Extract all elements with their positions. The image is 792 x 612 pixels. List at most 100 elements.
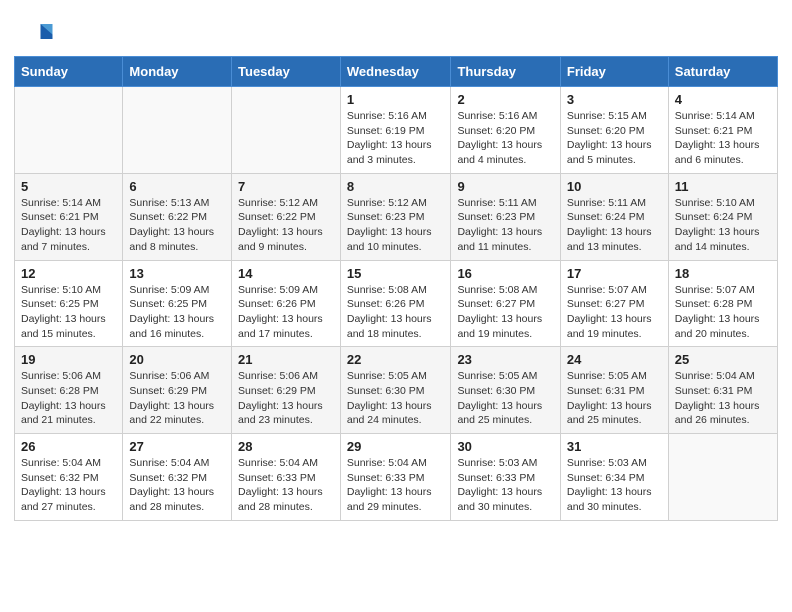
calendar-cell: 3 Sunrise: 5:15 AM Sunset: 6:20 PM Daylig… — [560, 87, 668, 174]
calendar-container: SundayMondayTuesdayWednesdayThursdayFrid… — [0, 56, 792, 535]
day-number: 14 — [238, 266, 334, 281]
calendar-cell: 6 Sunrise: 5:13 AM Sunset: 6:22 PM Daylig… — [123, 173, 232, 260]
day-number: 23 — [457, 352, 553, 367]
day-info: Sunrise: 5:07 AM Sunset: 6:28 PM Dayligh… — [675, 283, 771, 342]
day-number: 20 — [129, 352, 225, 367]
day-number: 4 — [675, 92, 771, 107]
day-number: 26 — [21, 439, 116, 454]
day-header-friday: Friday — [560, 57, 668, 87]
day-number: 27 — [129, 439, 225, 454]
calendar-cell: 19Sunrise: 5:06 AM Sunset: 6:28 PM Dayli… — [15, 347, 123, 434]
page-header — [0, 0, 792, 56]
day-header-tuesday: Tuesday — [232, 57, 341, 87]
day-number: 15 — [347, 266, 445, 281]
calendar-cell: 21Sunrise: 5:06 AM Sunset: 6:29 PM Dayli… — [232, 347, 341, 434]
calendar-cell — [15, 87, 123, 174]
day-info: Sunrise: 5:14 AM Sunset: 6:21 PM Dayligh… — [675, 109, 771, 168]
day-number: 17 — [567, 266, 662, 281]
calendar-cell: 26 Sunrise: 5:04 AM Sunset: 6:32 PM Dayli… — [15, 434, 123, 521]
logo-icon — [24, 18, 54, 48]
day-info: Sunrise: 5:06 AM Sunset: 6:29 PM Dayligh… — [129, 369, 225, 428]
day-number: 16 — [457, 266, 553, 281]
day-number: 10 — [567, 179, 662, 194]
logo — [24, 18, 58, 48]
day-info: Sunrise: 5:05 AM Sunset: 6:30 PM Dayligh… — [347, 369, 445, 428]
calendar-cell: 25 Sunrise: 5:04 AM Sunset: 6:31 PM Dayli… — [668, 347, 777, 434]
day-info: Sunrise: 5:14 AM Sunset: 6:21 PM Dayligh… — [21, 196, 116, 255]
day-number: 7 — [238, 179, 334, 194]
calendar-cell: 9 Sunrise: 5:11 AM Sunset: 6:23 PM Daylig… — [451, 173, 560, 260]
day-info: Sunrise: 5:08 AM Sunset: 6:27 PM Dayligh… — [457, 283, 553, 342]
day-number: 6 — [129, 179, 225, 194]
day-info: Sunrise: 5:07 AM Sunset: 6:27 PM Dayligh… — [567, 283, 662, 342]
calendar-cell: 29Sunrise: 5:04 AM Sunset: 6:33 PM Dayli… — [340, 434, 451, 521]
calendar-cell: 30Sunrise: 5:03 AM Sunset: 6:33 PM Dayli… — [451, 434, 560, 521]
calendar-cell: 14 Sunrise: 5:09 AM Sunset: 6:26 PM Dayli… — [232, 260, 341, 347]
day-info: Sunrise: 5:10 AM Sunset: 6:24 PM Dayligh… — [675, 196, 771, 255]
calendar-week-row: 1 Sunrise: 5:16 AM Sunset: 6:19 PM Daylig… — [15, 87, 778, 174]
calendar-cell: 31 Sunrise: 5:03 AM Sunset: 6:34 PM Dayli… — [560, 434, 668, 521]
day-info: Sunrise: 5:04 AM Sunset: 6:32 PM Dayligh… — [21, 456, 116, 515]
calendar-cell: 1 Sunrise: 5:16 AM Sunset: 6:19 PM Daylig… — [340, 87, 451, 174]
day-number: 11 — [675, 179, 771, 194]
day-info: Sunrise: 5:06 AM Sunset: 6:29 PM Dayligh… — [238, 369, 334, 428]
day-number: 25 — [675, 352, 771, 367]
calendar-cell: 12 Sunrise: 5:10 AM Sunset: 6:25 PM Dayli… — [15, 260, 123, 347]
day-number: 8 — [347, 179, 445, 194]
day-info: Sunrise: 5:05 AM Sunset: 6:30 PM Dayligh… — [457, 369, 553, 428]
day-number: 19 — [21, 352, 116, 367]
calendar-cell: 8 Sunrise: 5:12 AM Sunset: 6:23 PM Daylig… — [340, 173, 451, 260]
day-number: 1 — [347, 92, 445, 107]
calendar-cell: 28Sunrise: 5:04 AM Sunset: 6:33 PM Dayli… — [232, 434, 341, 521]
day-info: Sunrise: 5:08 AM Sunset: 6:26 PM Dayligh… — [347, 283, 445, 342]
calendar-cell: 11 Sunrise: 5:10 AM Sunset: 6:24 PM Dayli… — [668, 173, 777, 260]
calendar-cell — [668, 434, 777, 521]
calendar-cell: 27 Sunrise: 5:04 AM Sunset: 6:32 PM Dayli… — [123, 434, 232, 521]
day-info: Sunrise: 5:11 AM Sunset: 6:24 PM Dayligh… — [567, 196, 662, 255]
day-header-saturday: Saturday — [668, 57, 777, 87]
day-info: Sunrise: 5:09 AM Sunset: 6:26 PM Dayligh… — [238, 283, 334, 342]
day-header-monday: Monday — [123, 57, 232, 87]
calendar-cell: 2Sunrise: 5:16 AM Sunset: 6:20 PM Daylig… — [451, 87, 560, 174]
day-header-thursday: Thursday — [451, 57, 560, 87]
calendar-cell: 16 Sunrise: 5:08 AM Sunset: 6:27 PM Dayli… — [451, 260, 560, 347]
calendar-cell: 13 Sunrise: 5:09 AM Sunset: 6:25 PM Dayli… — [123, 260, 232, 347]
day-info: Sunrise: 5:04 AM Sunset: 6:31 PM Dayligh… — [675, 369, 771, 428]
calendar-week-row: 5 Sunrise: 5:14 AM Sunset: 6:21 PM Daylig… — [15, 173, 778, 260]
day-info: Sunrise: 5:13 AM Sunset: 6:22 PM Dayligh… — [129, 196, 225, 255]
calendar-cell: 4 Sunrise: 5:14 AM Sunset: 6:21 PM Daylig… — [668, 87, 777, 174]
day-info: Sunrise: 5:16 AM Sunset: 6:19 PM Dayligh… — [347, 109, 445, 168]
day-info: Sunrise: 5:03 AM Sunset: 6:34 PM Dayligh… — [567, 456, 662, 515]
calendar-week-row: 12 Sunrise: 5:10 AM Sunset: 6:25 PM Dayli… — [15, 260, 778, 347]
calendar-cell: 18 Sunrise: 5:07 AM Sunset: 6:28 PM Dayli… — [668, 260, 777, 347]
day-info: Sunrise: 5:04 AM Sunset: 6:33 PM Dayligh… — [238, 456, 334, 515]
day-info: Sunrise: 5:05 AM Sunset: 6:31 PM Dayligh… — [567, 369, 662, 428]
day-info: Sunrise: 5:15 AM Sunset: 6:20 PM Dayligh… — [567, 109, 662, 168]
day-info: Sunrise: 5:12 AM Sunset: 6:23 PM Dayligh… — [347, 196, 445, 255]
day-info: Sunrise: 5:10 AM Sunset: 6:25 PM Dayligh… — [21, 283, 116, 342]
calendar-cell: 22 Sunrise: 5:05 AM Sunset: 6:30 PM Dayli… — [340, 347, 451, 434]
day-number: 12 — [21, 266, 116, 281]
day-header-sunday: Sunday — [15, 57, 123, 87]
calendar-cell: 5 Sunrise: 5:14 AM Sunset: 6:21 PM Daylig… — [15, 173, 123, 260]
day-number: 5 — [21, 179, 116, 194]
day-info: Sunrise: 5:09 AM Sunset: 6:25 PM Dayligh… — [129, 283, 225, 342]
day-number: 13 — [129, 266, 225, 281]
calendar-cell — [232, 87, 341, 174]
day-number: 9 — [457, 179, 553, 194]
calendar-cell: 17 Sunrise: 5:07 AM Sunset: 6:27 PM Dayli… — [560, 260, 668, 347]
calendar-cell: 10 Sunrise: 5:11 AM Sunset: 6:24 PM Dayli… — [560, 173, 668, 260]
day-number: 31 — [567, 439, 662, 454]
calendar-table: SundayMondayTuesdayWednesdayThursdayFrid… — [14, 56, 778, 521]
day-number: 3 — [567, 92, 662, 107]
day-info: Sunrise: 5:16 AM Sunset: 6:20 PM Dayligh… — [457, 109, 553, 168]
calendar-week-row: 19Sunrise: 5:06 AM Sunset: 6:28 PM Dayli… — [15, 347, 778, 434]
calendar-cell: 20 Sunrise: 5:06 AM Sunset: 6:29 PM Dayli… — [123, 347, 232, 434]
day-info: Sunrise: 5:04 AM Sunset: 6:32 PM Dayligh… — [129, 456, 225, 515]
day-info: Sunrise: 5:11 AM Sunset: 6:23 PM Dayligh… — [457, 196, 553, 255]
day-number: 22 — [347, 352, 445, 367]
calendar-cell: 15 Sunrise: 5:08 AM Sunset: 6:26 PM Dayli… — [340, 260, 451, 347]
calendar-cell: 7Sunrise: 5:12 AM Sunset: 6:22 PM Daylig… — [232, 173, 341, 260]
day-number: 18 — [675, 266, 771, 281]
day-header-wednesday: Wednesday — [340, 57, 451, 87]
